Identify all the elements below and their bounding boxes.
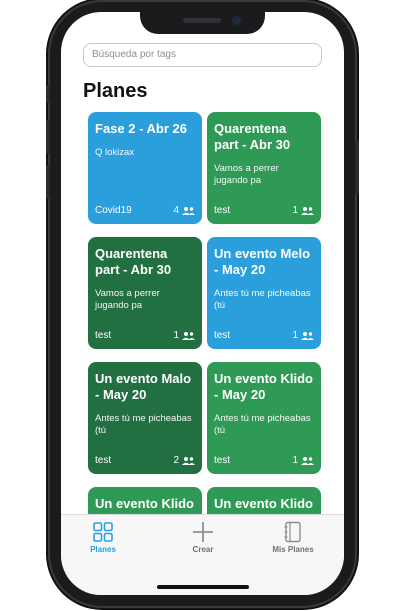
- tab-planes[interactable]: Planes: [63, 521, 143, 554]
- plan-tag: Covid19: [95, 205, 132, 216]
- plan-card[interactable]: Un evento Malo - May 20 Antes tú me pich…: [88, 362, 202, 474]
- tab-label: Mis Planes: [272, 545, 314, 554]
- participant-count: 1: [292, 455, 298, 466]
- tab-label: Crear: [192, 545, 214, 554]
- people-icon: [301, 456, 314, 465]
- plan-description: Vamos a perrer jugando pa: [95, 288, 160, 311]
- plan-card[interactable]: Quarentena part - Abr 30 Vamos a perrer …: [207, 112, 321, 224]
- people-icon: [301, 331, 314, 340]
- volume-down-button: [46, 165, 50, 199]
- plan-card[interactable]: Un evento Klido - May 20 Antes tú me pic…: [207, 362, 321, 474]
- plan-card[interactable]: Quarentena part - Abr 30 Vamos a perrer …: [88, 237, 202, 349]
- participant-count: 1: [292, 205, 298, 216]
- participant-count: 4: [173, 205, 179, 216]
- plan-title: Un evento Klido - May 20: [214, 371, 313, 402]
- front-camera: [232, 16, 241, 25]
- people-icon: [182, 331, 195, 340]
- plan-description: Antes tú me picheabas (tú: [95, 413, 192, 436]
- plan-card[interactable]: Un evento Melo - May 20 Antes tú me pich…: [207, 237, 321, 349]
- participant-count: 2: [173, 455, 179, 466]
- people-icon: [182, 206, 195, 215]
- plan-tag: test: [214, 205, 231, 216]
- plan-title: Quarentena part - Abr 30: [95, 246, 172, 277]
- tab-bar: Planes Crear Mis Planes: [61, 514, 344, 595]
- plan-description: Vamos a perrer jugando pa: [214, 163, 279, 186]
- notebook-icon: [284, 521, 301, 543]
- plan-tag: test: [95, 455, 112, 466]
- plans-grid: Fase 2 - Abr 26 Q lokizax Covid19 4 Quar…: [61, 12, 344, 595]
- plan-description: Q lokizax: [95, 147, 135, 158]
- grid-icon: [93, 522, 113, 542]
- plan-title: Un evento Malo - May 20: [95, 371, 192, 402]
- app-screen: Búsqueda por tags Planes Fase 2 - Abr 26…: [61, 12, 344, 595]
- participant-count: 1: [173, 330, 179, 341]
- people-icon: [301, 206, 314, 215]
- participant-count: 1: [292, 330, 298, 341]
- notch: [140, 12, 265, 34]
- plan-description: Antes tú me picheabas (tú: [214, 413, 311, 436]
- mute-switch: [46, 85, 50, 103]
- plan-title: Un evento Melo - May 20: [214, 246, 311, 277]
- people-icon: [182, 456, 195, 465]
- tab-crear[interactable]: Crear: [163, 521, 243, 554]
- plan-tag: test: [214, 455, 231, 466]
- tab-mis-planes[interactable]: Mis Planes: [253, 521, 333, 554]
- volume-up-button: [46, 120, 50, 154]
- plan-tag: test: [95, 330, 112, 341]
- plan-title: Fase 2 - Abr 26: [95, 121, 188, 136]
- plus-icon: [193, 522, 213, 542]
- home-indicator[interactable]: [157, 585, 249, 589]
- plan-tag: test: [214, 330, 231, 341]
- plan-card[interactable]: Fase 2 - Abr 26 Q lokizax Covid19 4: [88, 112, 202, 224]
- plan-description: Antes tú me picheabas (tú: [214, 288, 311, 311]
- power-button: [355, 140, 359, 194]
- speaker: [183, 18, 221, 23]
- tab-label: Planes: [90, 545, 116, 554]
- plan-title: Quarentena part - Abr 30: [214, 121, 291, 152]
